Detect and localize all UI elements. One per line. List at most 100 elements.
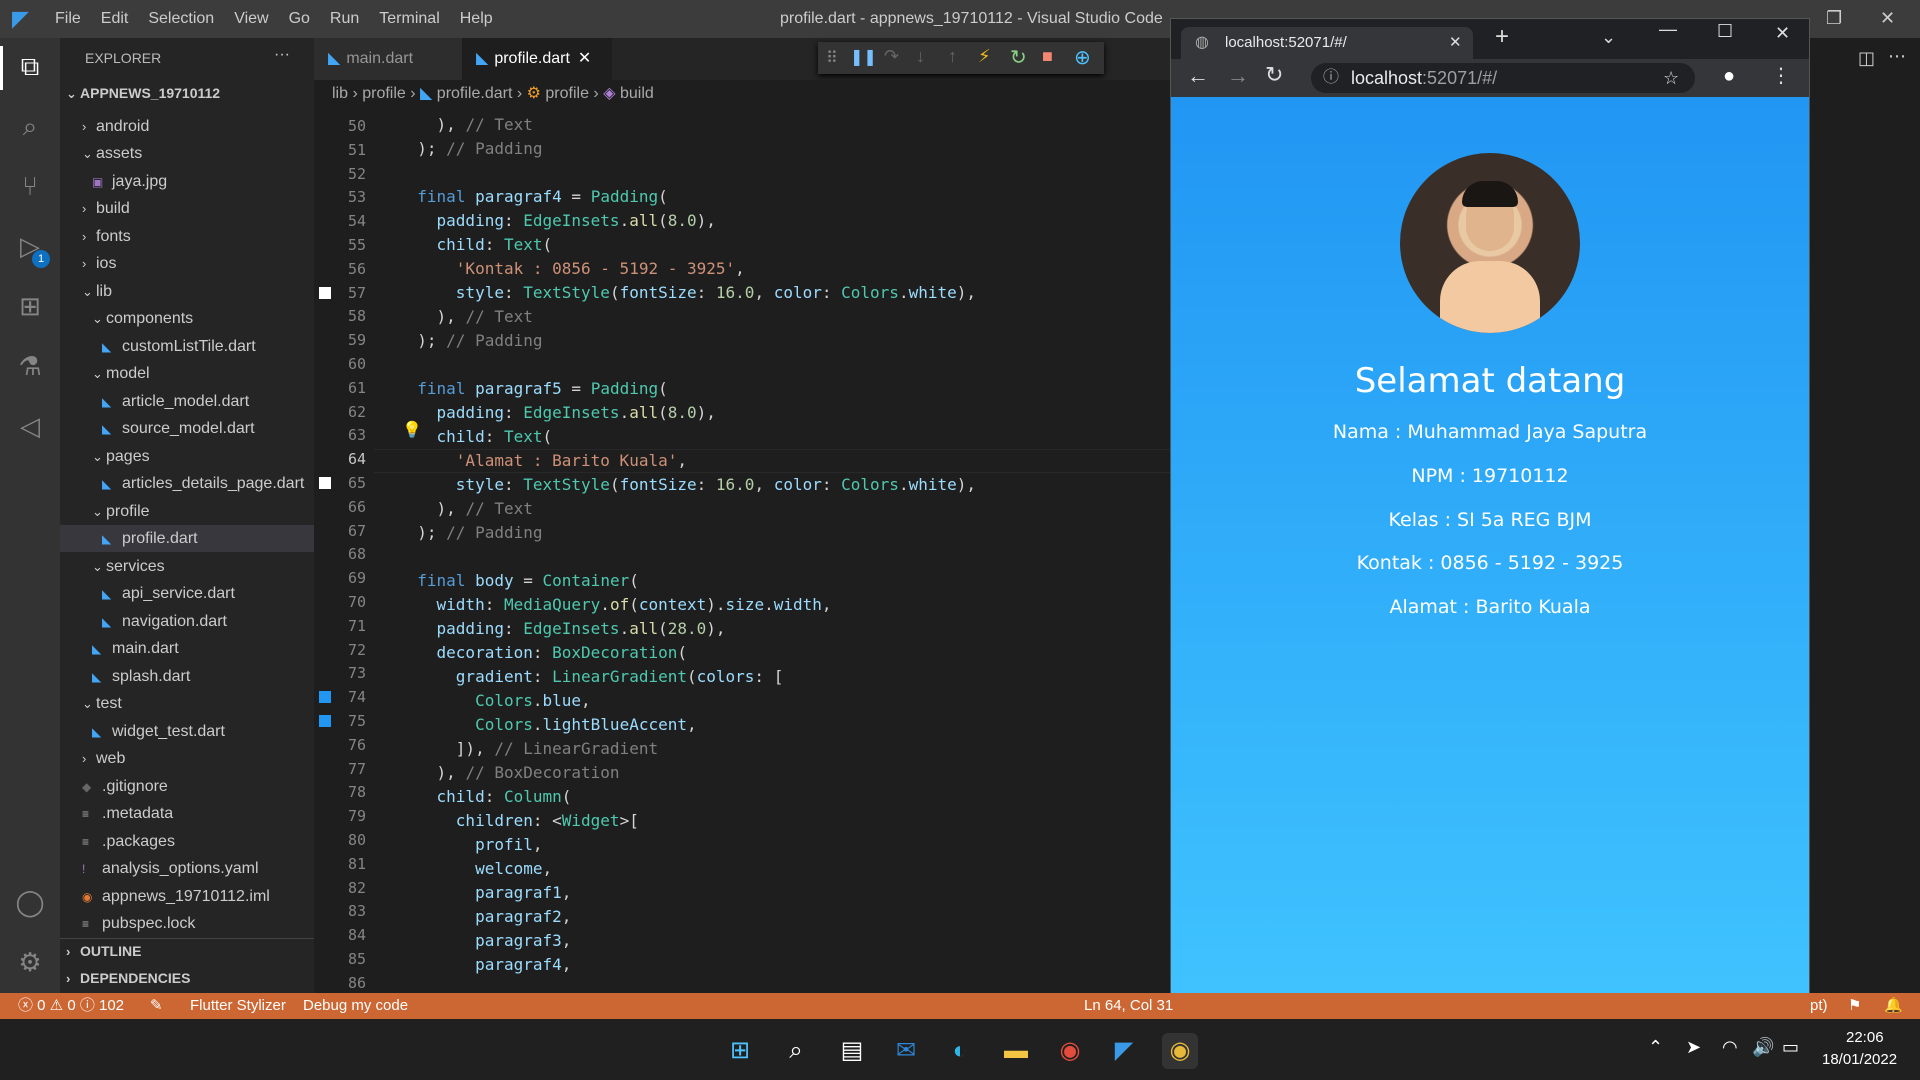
clock-time[interactable]: 22:06 (1846, 1029, 1884, 1046)
tab-main-dart[interactable]: ◣ main.dart (314, 38, 462, 80)
file-iml[interactable]: ◉ appnews_19710112.iml (82, 883, 270, 910)
edge-icon[interactable]: ◐ (942, 1033, 978, 1069)
stop-icon[interactable]: ■ (1042, 46, 1053, 67)
breadcrumb-class[interactable]: profile (545, 85, 589, 102)
file-main-dart[interactable]: ◣ main.dart (92, 635, 179, 662)
breadcrumb-file[interactable]: profile.dart (437, 85, 513, 102)
file-api-service[interactable]: ◣ api_service.dart (102, 580, 235, 607)
back-icon[interactable]: ← (1187, 63, 1209, 89)
menu-terminal[interactable]: Terminal (379, 10, 439, 28)
folder-test[interactable]: ⌄ test (82, 690, 122, 717)
project-root[interactable]: ⌄ APPNEWS_19710112 (66, 80, 220, 107)
step-over-icon[interactable]: ↷ (884, 46, 899, 67)
settings-gear-icon[interactable]: ⚙ (14, 946, 46, 978)
browser-tab[interactable]: ◍ localhost:52071/#/ ✕ (1181, 27, 1473, 59)
search-icon[interactable]: ⌕ (14, 110, 46, 142)
pause-icon[interactable]: ❚❚ (850, 47, 877, 67)
code-editor[interactable]: 💡 ), // Text ); // Padding final paragra… (374, 108, 1170, 993)
testing-icon[interactable]: ⚗ (14, 350, 46, 382)
explorer-icon[interactable]: ⧉ (14, 50, 46, 82)
maximize-icon[interactable]: ☐ (1717, 21, 1733, 42)
outline-section[interactable]: › OUTLINE (66, 938, 141, 965)
cursor-position[interactable]: Ln 64, Col 31 (1084, 993, 1173, 1019)
folder-assets[interactable]: ⌄ assets (82, 140, 142, 167)
wifi-icon[interactable]: ◠ (1722, 1037, 1738, 1058)
folder-pages[interactable]: ⌄ pages (92, 443, 150, 470)
drag-handle-icon[interactable]: ⠿ (826, 48, 838, 68)
split-editor-icon[interactable]: ◫ (1858, 48, 1875, 69)
menu-run[interactable]: Run (330, 10, 359, 28)
flutter-icon[interactable]: ◁ (14, 410, 46, 442)
breadcrumb-profile-folder[interactable]: profile (362, 85, 406, 102)
account-icon[interactable]: ◯ (14, 886, 46, 918)
bookmark-star-icon[interactable]: ☆ (1663, 63, 1679, 93)
close-icon[interactable]: ✕ (1880, 8, 1895, 29)
restore-icon[interactable]: ❐ (1826, 8, 1842, 29)
menu-edit[interactable]: Edit (101, 10, 129, 28)
new-tab-icon[interactable]: + (1495, 23, 1509, 51)
menu-selection[interactable]: Selection (148, 10, 214, 28)
file-explorer-icon[interactable]: ▬ (998, 1033, 1034, 1069)
file-source-model[interactable]: ◣ source_model.dart (102, 415, 255, 442)
folder-components[interactable]: ⌄ components (92, 305, 193, 332)
file-customlisttile[interactable]: ◣ customListTile.dart (102, 333, 256, 360)
folder-lib[interactable]: ⌄ lib (82, 278, 112, 305)
forward-icon[interactable]: → (1227, 63, 1249, 89)
source-control-icon[interactable]: ⑂ (14, 170, 46, 202)
file-metadata[interactable]: ≡ .metadata (82, 800, 173, 827)
file-analysis-options[interactable]: ! analysis_options.yaml (82, 855, 259, 882)
notifications-bell-icon[interactable]: 🔔 (1884, 993, 1903, 1019)
language-mode-fragment[interactable]: pt) (1810, 993, 1828, 1019)
dependencies-section[interactable]: › DEPENDENCIES (66, 965, 190, 992)
folder-services[interactable]: ⌄ services (92, 553, 165, 580)
start-icon[interactable]: ⊞ (722, 1033, 758, 1069)
menu-file[interactable]: File (55, 10, 81, 28)
extensions-icon[interactable]: ⊞ (14, 290, 46, 322)
location-icon[interactable]: ➤ (1686, 1037, 1701, 1058)
battery-icon[interactable]: ▭ (1782, 1037, 1799, 1058)
task-view-icon[interactable]: ▤ (834, 1033, 870, 1069)
address-bar[interactable]: ⓘ localhost:52071/#/ ☆ (1311, 63, 1695, 93)
minimize-icon[interactable]: — (1659, 19, 1677, 40)
menu-go[interactable]: Go (289, 10, 310, 28)
menu-help[interactable]: Help (460, 10, 493, 28)
file-articles-details[interactable]: ◣ articles_details_page.dart (102, 470, 304, 497)
tab-search-icon[interactable]: ⌄ (1601, 27, 1616, 48)
folder-web[interactable]: › web (82, 745, 125, 772)
file-profile-dart[interactable]: ◣ profile.dart (60, 525, 314, 552)
breadcrumb-lib[interactable]: lib (332, 85, 348, 102)
hot-reload-icon[interactable]: ⚡ (978, 46, 991, 67)
close-tab-icon[interactable]: ✕ (578, 50, 591, 67)
menu-kebab-icon[interactable]: ⋮ (1771, 63, 1791, 88)
menu-view[interactable]: View (234, 10, 268, 28)
profile-icon[interactable]: ● (1723, 65, 1735, 88)
step-into-icon[interactable]: ↓ (916, 46, 925, 67)
debug-mode-item[interactable]: Debug my code (303, 993, 408, 1019)
folder-android[interactable]: › android (82, 113, 149, 140)
volume-icon[interactable]: 🔊 (1752, 1037, 1774, 1058)
file-article-model[interactable]: ◣ article_model.dart (102, 388, 249, 415)
file-pubspec-lock[interactable]: ≡ pubspec.lock (82, 910, 195, 937)
folder-profile[interactable]: ⌄ profile (92, 498, 150, 525)
close-window-icon[interactable]: ✕ (1775, 23, 1790, 44)
file-navigation[interactable]: ◣ navigation.dart (102, 608, 227, 635)
tab-profile-dart[interactable]: ◣ profile.dart ✕ (462, 38, 612, 80)
file-gitignore[interactable]: ◆ .gitignore (82, 773, 168, 800)
chrome-icon[interactable]: ◉ (1162, 1033, 1198, 1069)
minimap[interactable]: ◫ ⋯ (1810, 38, 1920, 993)
problems-indicator[interactable]: ⓧ 0 ⚠ 0 ⓘ 102 (18, 993, 124, 1019)
tray-overflow-icon[interactable]: ⌃ (1648, 1037, 1663, 1058)
file-jaya-jpg[interactable]: ▣ jaya.jpg (92, 168, 167, 195)
file-widget-test[interactable]: ◣ widget_test.dart (92, 718, 225, 745)
file-splash-dart[interactable]: ◣ splash.dart (92, 663, 190, 690)
vscode-taskbar-icon[interactable]: ◤ (1106, 1033, 1142, 1069)
clock-date[interactable]: 18/01/2022 (1822, 1051, 1897, 1068)
folder-build[interactable]: › build (82, 195, 130, 222)
restart-icon[interactable]: ↻ (1010, 45, 1027, 70)
file-packages[interactable]: ≡ .packages (82, 828, 175, 855)
more-icon[interactable]: ⋯ (1888, 46, 1906, 67)
folder-model[interactable]: ⌄ model (92, 360, 150, 387)
flutter-stylizer-item[interactable]: Flutter Stylizer (190, 993, 286, 1019)
more-actions-icon[interactable]: ··· (274, 46, 290, 64)
breadcrumb-method[interactable]: build (620, 85, 654, 102)
